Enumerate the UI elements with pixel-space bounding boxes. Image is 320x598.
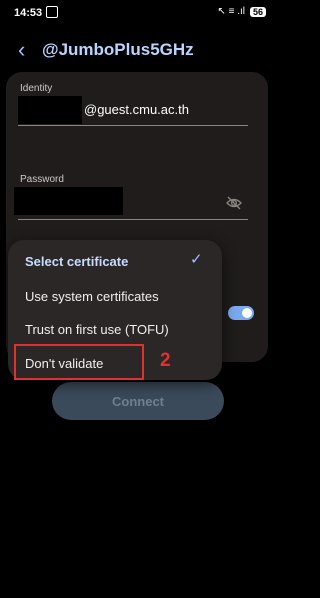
highlight-box [14, 344, 144, 380]
signal-icon: ↖ ≡ .ıl [217, 6, 245, 17]
password-underline [18, 219, 248, 220]
password-field[interactable] [14, 187, 123, 215]
checkmark-icon: ✓ [190, 251, 203, 268]
status-time: 14:53 [14, 7, 43, 19]
identity-redaction [18, 96, 82, 124]
screenshot-icon [46, 6, 58, 18]
visibility-off-icon[interactable] [226, 196, 242, 210]
menu-item-trust-on-first-use[interactable]: Trust on first use (TOFU) [25, 322, 169, 337]
connect-button[interactable]: Connect [52, 382, 224, 420]
identity-underline [18, 125, 248, 126]
toggle-switch[interactable] [228, 306, 254, 320]
page-title: @JumboPlus5GHz [42, 40, 194, 59]
status-bar: 14:53 ↖ ≡ .ıl 56 [0, 0, 276, 26]
identity-label: Identity [20, 83, 53, 94]
status-icons: ↖ ≡ .ıl 56 [217, 6, 266, 17]
back-arrow-icon[interactable]: ‹ [18, 39, 25, 61]
menu-item-select-certificate[interactable]: Select certificate [25, 254, 128, 269]
battery-icon: 56 [249, 6, 266, 17]
app-header: ‹ @JumboPlus5GHz [0, 38, 276, 64]
step-number-label: 2 [160, 350, 171, 371]
identity-field[interactable]: @guest.cmu.ac.th [84, 102, 189, 117]
password-label: Password [20, 174, 64, 185]
menu-item-use-system-certificates[interactable]: Use system certificates [25, 289, 159, 304]
